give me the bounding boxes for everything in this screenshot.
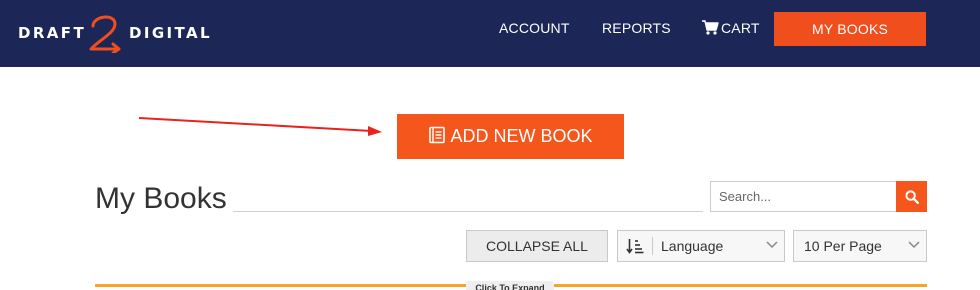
sort-language-select[interactable]: Language [617,230,785,262]
cart-icon [702,20,719,35]
my-books-button[interactable]: MY BOOKS [774,12,926,46]
chevron-down-icon [908,241,920,249]
nav-reports-link[interactable]: REPORTS [602,20,671,36]
per-page-selected-value: 10 Per Page [804,238,882,254]
logo-mark-2-icon [89,15,121,53]
sort-divider [652,237,653,255]
logo-text-draft: DRAFT [18,24,87,42]
click-to-expand-tab[interactable]: Click To Expand [466,281,554,290]
annotation-arrow-icon [138,117,382,136]
nav-cart-label: CART [721,20,760,36]
search-icon [904,189,919,204]
collapse-all-button[interactable]: COLLAPSE ALL [466,230,608,262]
logo-text-digital: DIGITAL [129,24,212,42]
add-new-book-button[interactable]: ADD NEW BOOK [397,114,624,159]
chevron-down-icon [766,241,778,249]
top-navigation-bar: DRAFT DIGITAL ACCOUNT REPORTS CART MY BO… [0,0,980,67]
nav-cart-link[interactable]: CART [702,20,760,36]
search-input[interactable] [710,181,896,212]
add-new-book-label: ADD NEW BOOK [450,126,593,146]
title-divider [233,211,703,212]
search-button[interactable] [896,181,927,212]
sort-selected-value: Language [661,238,724,254]
sort-icon [626,239,644,254]
per-page-select[interactable]: 10 Per Page [793,230,927,262]
page-title: My Books [95,182,227,215]
search-box [710,181,927,212]
nav-account-link[interactable]: ACCOUNT [499,20,570,36]
book-icon [429,126,446,144]
